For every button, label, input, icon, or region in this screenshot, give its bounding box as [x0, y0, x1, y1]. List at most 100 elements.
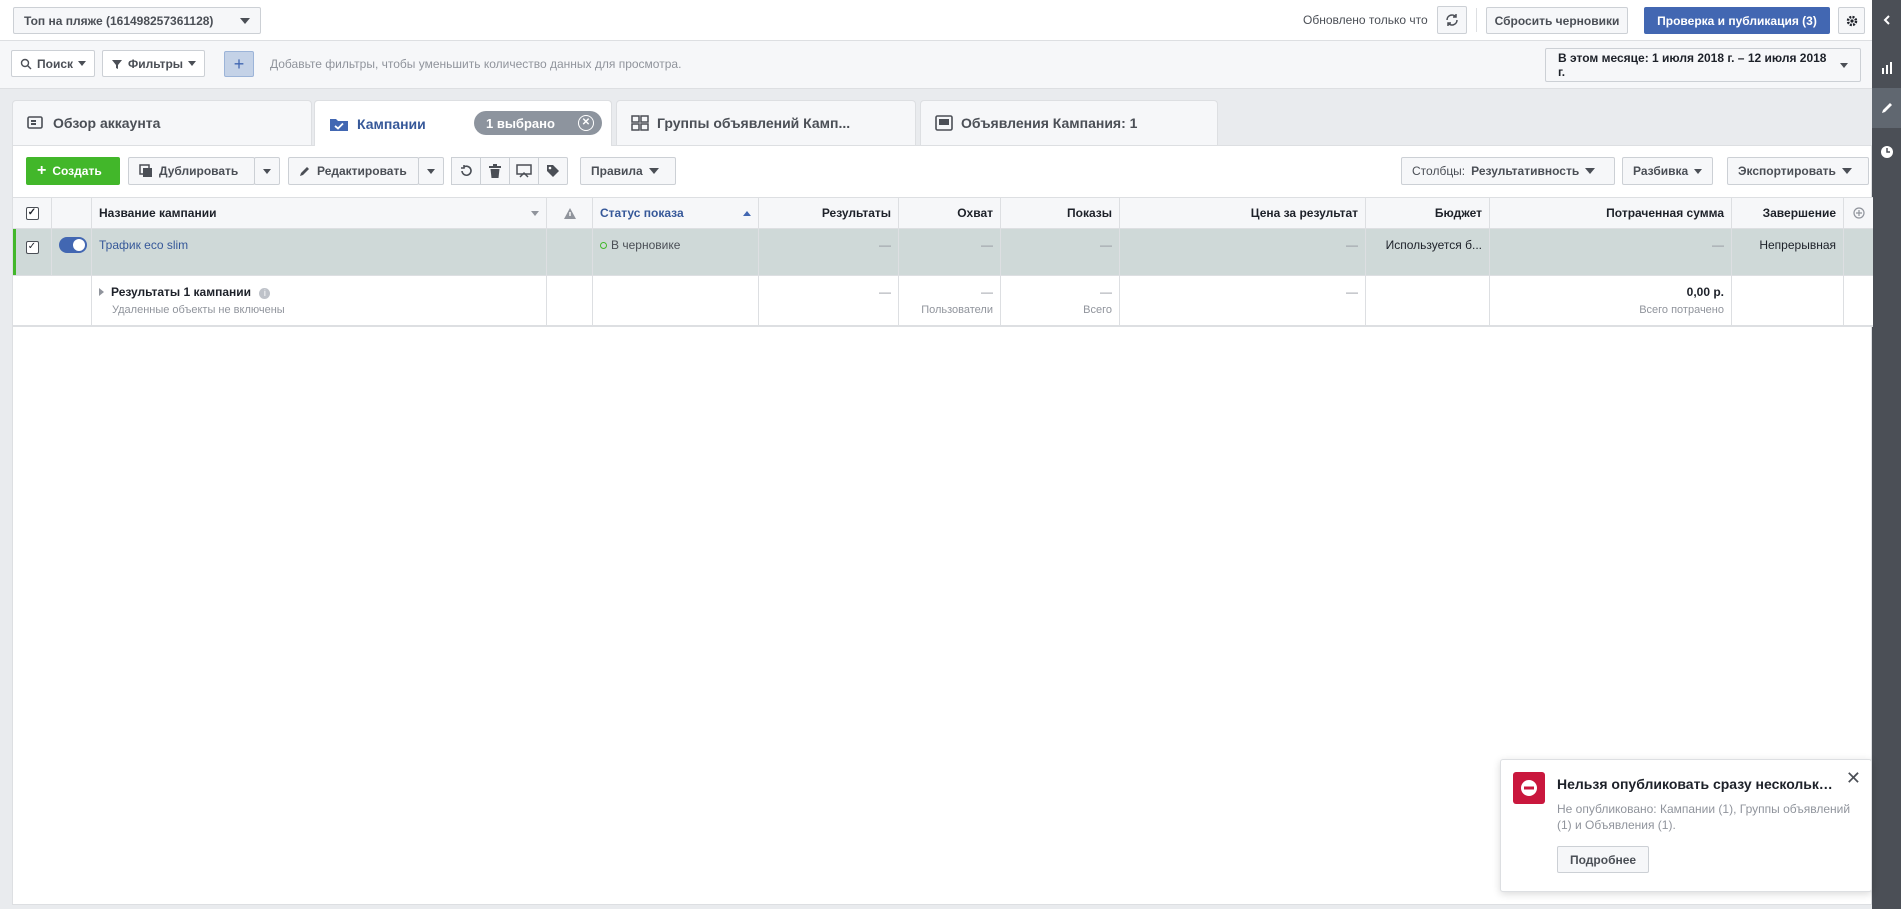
- search-button[interactable]: Поиск: [11, 50, 96, 77]
- duplicate-label: Дублировать: [159, 164, 239, 178]
- refresh-icon: [1446, 14, 1458, 26]
- column-header-reach[interactable]: Охват: [899, 198, 1001, 228]
- column-label: Результаты: [821, 206, 891, 220]
- delete-button[interactable]: [480, 157, 510, 185]
- edit-dropdown-button[interactable]: [418, 157, 444, 185]
- add-filter-button[interactable]: +: [224, 51, 254, 77]
- chevron-down-icon: [1585, 168, 1596, 174]
- filters-button[interactable]: Фильтры: [102, 50, 206, 77]
- filters-label: Фильтры: [128, 56, 184, 71]
- duplicate-button[interactable]: Дублировать: [128, 157, 255, 185]
- close-icon[interactable]: ✕: [1846, 768, 1861, 789]
- summary-impressions: —: [1100, 285, 1112, 299]
- duplicate-dropdown-button[interactable]: [254, 157, 280, 185]
- column-header-cost[interactable]: Цена за результат: [1120, 198, 1366, 228]
- create-label: Создать: [52, 164, 102, 178]
- gear-icon: [1846, 15, 1857, 26]
- ab-test-button[interactable]: [509, 157, 539, 185]
- tab-label: Группы объявлений Камп...: [657, 115, 851, 131]
- sort-ascending-icon: [743, 210, 751, 216]
- column-header-end[interactable]: Завершение: [1732, 198, 1844, 228]
- account-selector[interactable]: Топ на пляже (161498257361128): [13, 7, 261, 34]
- chevron-down-icon: [240, 17, 250, 24]
- tab-label: Объявления Кампания: 1: [961, 115, 1138, 131]
- search-label: Поиск: [37, 56, 74, 71]
- select-all-checkbox[interactable]: ✓: [25, 206, 39, 220]
- summary-impressions-cell: — Всего: [1001, 276, 1120, 325]
- undo-icon: [461, 165, 472, 177]
- chevron-down-icon: [427, 168, 435, 174]
- discard-changes-button[interactable]: [451, 157, 481, 185]
- rules-button[interactable]: Правила: [580, 157, 676, 185]
- impressions-cell: —: [1001, 229, 1120, 275]
- date-range-label: В этом месяце: 1 июля 2018 г. – 12 июля …: [1558, 51, 1827, 79]
- campaign-on-off-toggle[interactable]: [59, 237, 87, 253]
- reset-drafts-button[interactable]: Сбросить черновики: [1486, 7, 1628, 34]
- create-button[interactable]: + Создать: [26, 157, 120, 185]
- date-range-picker[interactable]: В этом месяце: 1 июля 2018 г. – 12 июля …: [1545, 48, 1861, 82]
- summary-title-cell[interactable]: Результаты 1 кампании i Удаленные объект…: [92, 276, 547, 325]
- summary-cost: —: [1346, 285, 1358, 299]
- column-header-results[interactable]: Результаты: [759, 198, 899, 228]
- tab-account-overview[interactable]: Обзор аккаунта: [12, 100, 312, 145]
- table-row[interactable]: ✓ Трафик eco slim В черновике — — — — Ис…: [13, 229, 1873, 276]
- settings-button[interactable]: [1838, 7, 1865, 34]
- summary-spent-sub: Всего потрачено: [1639, 304, 1724, 316]
- info-icon[interactable]: i: [259, 287, 271, 299]
- add-column-button[interactable]: [1844, 198, 1873, 228]
- row-toggle-cell[interactable]: [52, 229, 92, 275]
- tab-ads[interactable]: Объявления Кампания: 1: [920, 100, 1218, 145]
- rail-history-button[interactable]: [1872, 132, 1901, 172]
- edit-button[interactable]: Редактировать: [288, 157, 419, 185]
- summary-results: —: [879, 285, 891, 299]
- ab-test-icon: [516, 164, 532, 178]
- column-header-impressions[interactable]: Показы: [1001, 198, 1120, 228]
- refresh-button[interactable]: [1437, 6, 1467, 34]
- columns-value: Результативность: [1471, 164, 1580, 178]
- rail-collapse-button[interactable]: [1872, 0, 1901, 40]
- expand-icon[interactable]: [99, 288, 104, 296]
- column-header-warning: [547, 198, 593, 228]
- filter-icon: [112, 59, 122, 69]
- breakdown-button[interactable]: Разбивка: [1622, 157, 1713, 185]
- column-header-budget[interactable]: Бюджет: [1366, 198, 1490, 228]
- notification-body: Не опубликовано: Кампании (1), Группы об…: [1557, 802, 1851, 832]
- column-label: Охват: [957, 206, 993, 220]
- rail-edit-button[interactable]: [1872, 88, 1901, 128]
- search-icon: [20, 58, 32, 69]
- review-publish-button[interactable]: Проверка и публикация (3): [1644, 7, 1830, 34]
- close-icon[interactable]: ✕: [578, 115, 594, 131]
- column-label: Потраченная сумма: [1606, 206, 1724, 220]
- chevron-down-icon: [263, 168, 271, 174]
- columns-button[interactable]: Столбцы: Результативность: [1401, 157, 1615, 185]
- summary-spent-cell: 0,00 р. Всего потрачено: [1490, 276, 1732, 325]
- campaign-name-link[interactable]: Трафик eco slim: [99, 238, 188, 252]
- row-checkbox[interactable]: ✓: [25, 240, 39, 254]
- column-header-name[interactable]: Название кампании: [92, 198, 547, 228]
- delivery-status: В черновике: [611, 238, 681, 252]
- column-header-spent[interactable]: Потраченная сумма: [1490, 198, 1732, 228]
- rail-charts-button[interactable]: [1872, 48, 1901, 88]
- error-icon-badge: [1513, 772, 1545, 804]
- chevron-left-icon: [1883, 15, 1890, 25]
- bar-chart-icon: [1881, 62, 1892, 74]
- selected-count-pill[interactable]: 1 выбрано ✕: [474, 111, 602, 135]
- export-button[interactable]: Экспортировать: [1727, 157, 1869, 185]
- breakdown-label: Разбивка: [1633, 164, 1689, 178]
- delivery-status-cell: В черновике: [593, 229, 759, 275]
- summary-warning-cell: [547, 276, 593, 325]
- details-button[interactable]: Подробнее: [1557, 846, 1650, 873]
- summary-row: Результаты 1 кампании i Удаленные объект…: [13, 276, 1873, 327]
- column-header-status[interactable]: Статус показа: [593, 198, 759, 228]
- filter-bar: Поиск Фильтры + Добавьте фильтры, чтобы …: [0, 41, 1872, 89]
- tag-button[interactable]: [538, 157, 568, 185]
- campaign-name-cell[interactable]: Трафик eco slim: [92, 229, 547, 275]
- select-all-cell[interactable]: ✓: [13, 198, 52, 228]
- row-select-cell[interactable]: ✓: [13, 229, 52, 275]
- filter-hint: Добавьте фильтры, чтобы уменьшить количе…: [270, 57, 682, 71]
- plus-icon: +: [37, 162, 47, 179]
- column-label: Название кампании: [99, 206, 217, 220]
- duplicate-icon: [139, 164, 152, 177]
- tab-ad-sets[interactable]: Группы объявлений Камп...: [616, 100, 916, 145]
- budget-cell[interactable]: Используется б...: [1366, 229, 1490, 275]
